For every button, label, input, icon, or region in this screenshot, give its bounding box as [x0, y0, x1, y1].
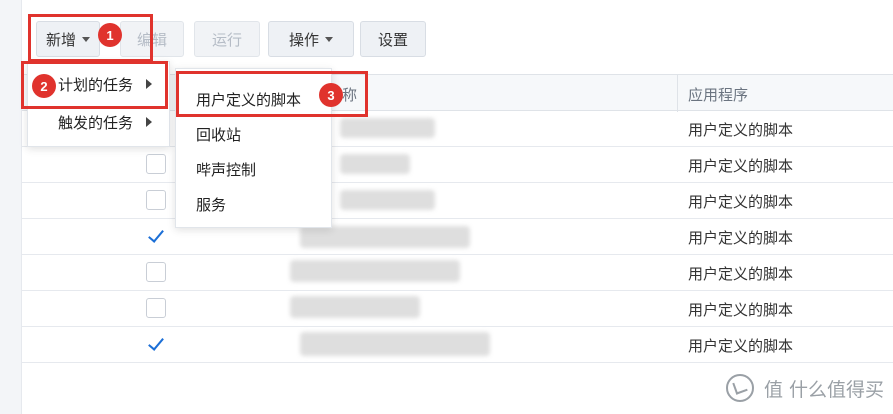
- submenu-item-recycle-bin[interactable]: 回收站: [196, 124, 241, 145]
- app-cell: 用户定义的脚本: [688, 121, 794, 139]
- menu-item-triggered-task[interactable]: 触发的任务: [28, 104, 171, 140]
- row-checkbox-checked[interactable]: [146, 334, 166, 354]
- row-checkbox[interactable]: [146, 262, 166, 282]
- annotation-badge-3: 3: [319, 83, 343, 107]
- app-cell: 用户定义的脚本: [688, 157, 794, 175]
- settings-button-label: 设置: [377, 30, 408, 49]
- redacted-task-name: [300, 332, 490, 356]
- action-button-label: 操作: [288, 30, 319, 49]
- row-checkbox[interactable]: [146, 190, 166, 210]
- table-row[interactable]: 用户定义的脚本: [22, 183, 893, 219]
- chevron-down-icon: [325, 36, 333, 42]
- watermark-logo-icon: [726, 374, 754, 402]
- submenu-item-beep-control[interactable]: 哔声控制: [196, 159, 256, 180]
- chevron-right-icon: [146, 117, 152, 127]
- app-cell: 用户定义的脚本: [688, 193, 794, 211]
- redacted-task-name: [290, 260, 460, 282]
- submenu-item-service[interactable]: 服务: [196, 194, 226, 215]
- redacted-task-name: [340, 154, 410, 174]
- table-row[interactable]: 用户定义的脚本: [22, 291, 893, 327]
- app-cell: 用户定义的脚本: [688, 229, 794, 247]
- app-cell: 用户定义的脚本: [688, 265, 794, 283]
- redacted-task-name: [300, 226, 470, 248]
- watermark-text: 值 什么值得买: [764, 378, 885, 401]
- row-checkbox[interactable]: [146, 154, 166, 174]
- menu-item-label: 触发的任务: [58, 113, 134, 132]
- redacted-task-name: [290, 296, 420, 318]
- app-cell: 用户定义的脚本: [688, 301, 794, 319]
- action-button[interactable]: 操作: [268, 21, 354, 57]
- column-divider[interactable]: [677, 75, 678, 112]
- table-row[interactable]: 用户定义的脚本: [22, 147, 893, 183]
- annotation-highlight-1: [28, 14, 153, 62]
- run-button[interactable]: 运行: [194, 21, 260, 57]
- left-panel-edge: [0, 0, 22, 414]
- watermark: 值 什么值得买: [726, 372, 884, 404]
- annotation-badge-1: 1: [98, 23, 122, 47]
- redacted-task-name: [340, 118, 435, 138]
- app-cell: 用户定义的脚本: [688, 337, 794, 355]
- column-header-app[interactable]: 应用程序: [688, 84, 748, 105]
- settings-button[interactable]: 设置: [360, 21, 426, 57]
- run-button-label: 运行: [211, 30, 242, 49]
- annotation-badge-2: 2: [32, 74, 56, 98]
- redacted-task-name: [340, 190, 435, 210]
- row-checkbox[interactable]: [146, 298, 166, 318]
- row-checkbox-checked[interactable]: [146, 226, 166, 246]
